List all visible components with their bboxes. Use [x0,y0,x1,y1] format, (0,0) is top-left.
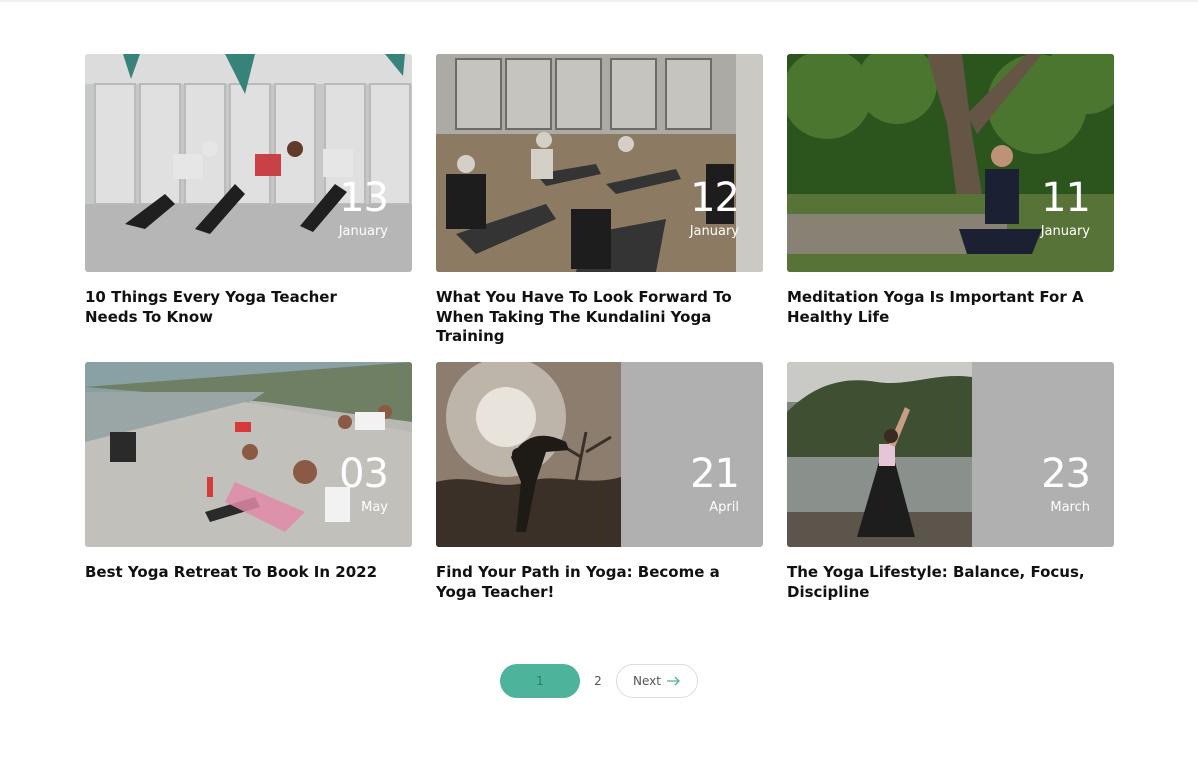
next-label: Next [633,674,661,688]
page-1-current[interactable]: 1 [500,664,580,698]
post-day: 12 [690,175,740,221]
post-month: January [338,224,388,239]
sunset-pose-photo [436,362,621,547]
post-day: 11 [1041,175,1091,221]
post-title: Best Yoga Retreat To Book In 2022 [85,563,385,583]
post-month: January [1040,224,1090,239]
lakeside-pose-photo [787,362,972,547]
post-title: What You Have To Look Forward To When Ta… [436,288,736,347]
post-date: 03 May [339,451,389,515]
blog-card: 12 January What You Have To Look Forward… [436,54,763,347]
post-title-link[interactable]: Find Your Path in Yoga: Become a Yoga Te… [436,563,720,601]
blog-card: 21 April Find Your Path in Yoga: Become … [436,362,763,602]
post-title: Find Your Path in Yoga: Become a Yoga Te… [436,563,736,602]
post-title-link[interactable]: The Yoga Lifestyle: Balance, Focus, Disc… [787,563,1085,601]
blog-card: 03 May Best Yoga Retreat To Book In 2022 [85,362,412,583]
blog-card: 11 January Meditation Yoga Is Important … [787,54,1114,327]
yoga-class-photo [436,54,763,272]
post-title-link[interactable]: Meditation Yoga Is Important For A Healt… [787,288,1084,326]
post-image-link[interactable]: 21 April [436,362,763,547]
post-date: 11 January [1040,175,1091,239]
post-date: 13 January [338,175,389,239]
post-title: Meditation Yoga Is Important For A Healt… [787,288,1087,327]
post-title-link[interactable]: 10 Things Every Yoga Teacher Needs To Kn… [85,288,337,326]
post-image-link[interactable]: 11 January [787,54,1114,272]
arrow-right-icon [666,676,680,686]
blog-card: 23 March The Yoga Lifestyle: Balance, Fo… [787,362,1114,602]
post-month: March [1050,500,1090,515]
post-image-link[interactable]: 12 January [436,54,763,272]
post-title: The Yoga Lifestyle: Balance, Focus, Disc… [787,563,1087,602]
top-divider [0,0,1198,2]
post-date: 12 January [689,175,740,239]
next-page-button[interactable]: Next [616,664,698,698]
post-image-link[interactable]: 13 January [85,54,412,272]
post-title-link[interactable]: Best Yoga Retreat To Book In 2022 [85,563,377,581]
meditation-photo [787,54,1114,272]
page-2-link[interactable]: 2 [580,674,616,688]
post-month: January [689,224,739,239]
post-image-link[interactable]: 23 March [787,362,1114,547]
post-image-link[interactable]: 03 May [85,362,412,547]
post-day: 21 [690,451,740,497]
blog-card: 13 January 10 Things Every Yoga Teacher … [85,54,412,327]
post-month: May [361,500,388,515]
post-day: 23 [1041,451,1091,497]
post-title-link[interactable]: What You Have To Look Forward To When Ta… [436,288,732,345]
post-day: 03 [339,451,389,497]
post-date: 23 March [1041,451,1091,515]
post-month: April [709,500,739,515]
post-date: 21 April [690,451,740,515]
post-title: 10 Things Every Yoga Teacher Needs To Kn… [85,288,385,327]
post-day: 13 [339,175,389,221]
yoga-studio-photo [85,54,412,272]
pagination: 1 2 Next [500,664,698,698]
